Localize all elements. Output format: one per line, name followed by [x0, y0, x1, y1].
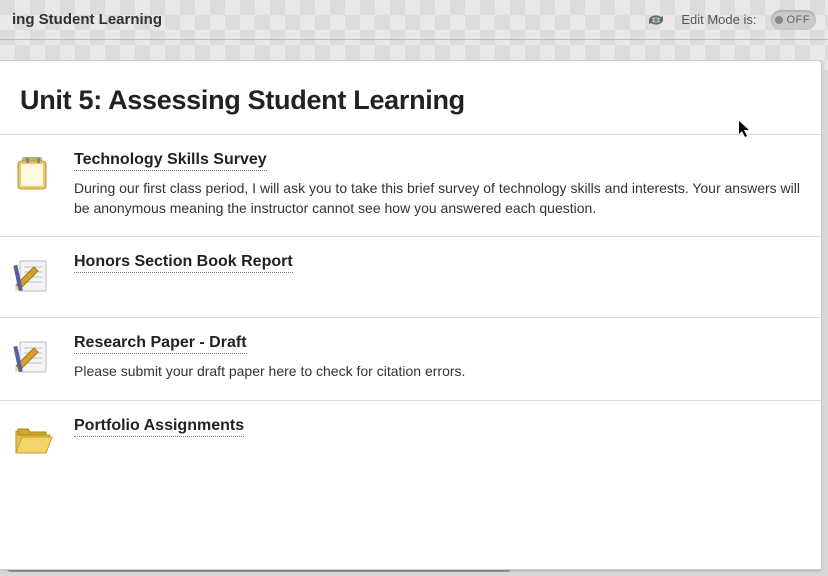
item-link-honors-report[interactable]: Honors Section Book Report	[74, 253, 293, 273]
edit-mode-toggle[interactable]: OFF	[771, 10, 817, 30]
toggle-knob	[775, 16, 783, 24]
content-item: Portfolio Assignments	[0, 400, 821, 481]
page-title: Unit 5: Assessing Student Learning	[0, 61, 821, 134]
edit-mode-label: Edit Mode is:	[681, 12, 756, 27]
refresh-icon[interactable]	[645, 9, 667, 31]
item-link-portfolio[interactable]: Portfolio Assignments	[74, 417, 244, 437]
item-description: During our first class period, I will as…	[74, 179, 801, 218]
top-bar: ing Student Learning Edit Mode is: OFF	[0, 0, 828, 40]
content-item: Honors Section Book Report	[0, 236, 821, 317]
item-description: Please submit your draft paper here to c…	[74, 362, 801, 382]
toggle-state: OFF	[787, 14, 811, 26]
content-item: Research Paper - Draft Please submit you…	[0, 317, 821, 400]
folder-open-icon	[10, 417, 56, 463]
item-link-technology-survey[interactable]: Technology Skills Survey	[74, 151, 267, 171]
assignment-icon	[10, 253, 56, 299]
item-link-research-draft[interactable]: Research Paper - Draft	[74, 334, 247, 354]
content-panel: Unit 5: Assessing Student Learning Techn…	[0, 60, 822, 570]
folder-icon	[10, 151, 56, 197]
assignment-icon	[10, 334, 56, 380]
breadcrumb[interactable]: ing Student Learning	[12, 11, 162, 28]
content-item: Technology Skills Survey During our firs…	[0, 134, 821, 236]
